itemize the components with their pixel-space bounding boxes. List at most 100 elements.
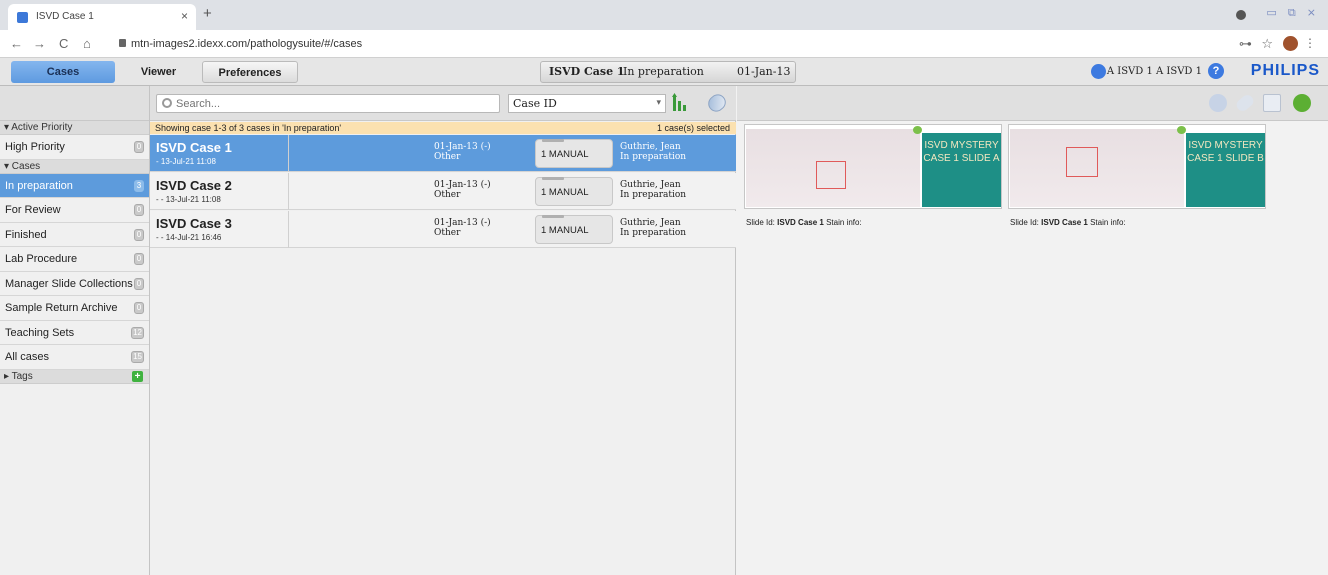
browser-tab[interactable]: ISVD Case 1 ×	[8, 4, 196, 30]
url-field[interactable]: mtn-images2.idexx.com/pathologysuite/#/c…	[131, 38, 362, 50]
slide-caption: Slide Id: ISVD Case 1 Stain info:	[1010, 218, 1126, 227]
case-type: Other	[434, 152, 461, 162]
case-row[interactable]: ISVD Case 1 - 13-Jul-21 11:08 01-Jan-13 …	[150, 135, 736, 172]
count-badge: 15	[131, 351, 144, 363]
sidebar-item-manager-slide-collections[interactable]: Manager Slide Collections 0	[0, 272, 149, 296]
slide-status-icon	[913, 126, 922, 134]
slide-status-icon	[1177, 126, 1186, 134]
remove-slide-icon[interactable]	[1263, 94, 1281, 112]
search-icon	[162, 98, 172, 108]
profile-indicator-icon[interactable]	[1236, 10, 1246, 20]
sidebar-item-for-review[interactable]: For Review 0	[0, 198, 149, 223]
count-badge: 12	[131, 326, 144, 339]
count-badge: 0	[134, 141, 144, 153]
case-context-bar[interactable]: ISVD Case 1 In preparation 01-Jan-13	[540, 61, 796, 83]
browser-tab-bar: ISVD Case 1 × + ▭ ⧉ ⨯	[0, 0, 1328, 30]
context-case-name: ISVD Case 1	[549, 65, 625, 78]
tissue-region	[1066, 147, 1098, 177]
reload-button[interactable]: C	[59, 36, 68, 51]
tissue-region	[816, 161, 846, 189]
slide-label-text: ISVD MYSTERY CASE 1 SLIDE A	[923, 140, 1000, 164]
help-icon[interactable]: ?	[1208, 63, 1224, 79]
count-badge: 3	[134, 179, 144, 192]
tab-viewer[interactable]: Viewer	[115, 61, 202, 83]
add-tag-icon[interactable]: +	[132, 370, 143, 382]
sidebar-item-lab-procedure[interactable]: Lab Procedure 0	[0, 247, 149, 272]
slide-count: 1 MANUAL	[541, 149, 589, 160]
tag-icon[interactable]	[704, 91, 730, 115]
list-info-bar: Showing case 1-3 of 3 cases in 'In prepa…	[150, 122, 736, 134]
case-name: ISVD Case 1	[156, 140, 232, 155]
slide-preview-pane: ISVD MYSTERY CASE 1 SLIDE A Slide Id: IS…	[737, 86, 1328, 575]
sidebar-item-high-priority[interactable]: High Priority 0	[0, 135, 149, 160]
browser-menu-icon[interactable]: ⋮	[1304, 36, 1316, 50]
close-tab-icon[interactable]: ×	[181, 9, 188, 23]
sidebar-item-in-preparation[interactable]: In preparation 3	[0, 173, 149, 198]
case-owner: Guthrie, Jean In preparation	[620, 142, 686, 162]
slide-thumbnail[interactable]: ISVD MYSTERY CASE 1 SLIDE A	[744, 124, 1002, 209]
sidebar-item-label: For Review	[5, 204, 61, 216]
sidebar-item-label: Sample Return Archive	[5, 302, 118, 314]
attachment-icon[interactable]	[1234, 92, 1256, 114]
column-divider	[288, 211, 289, 248]
slide-count-pill[interactable]: 1 MANUAL	[535, 215, 613, 244]
sidebar-item-teaching-sets[interactable]: Teaching Sets 12	[0, 321, 149, 345]
key-icon[interactable]: ⊶	[1239, 36, 1252, 52]
brand-logo: PHILIPS	[1250, 62, 1320, 79]
section-active-priority[interactable]: ▾ Active Priority	[0, 121, 149, 135]
section-cases[interactable]: ▾ Cases	[0, 159, 149, 174]
app-header: Cases Viewer Preferences ISVD Case 1 In …	[0, 58, 1328, 86]
case-name: ISVD Case 3	[156, 216, 232, 231]
sidebar-item-label: Finished	[5, 228, 47, 241]
sidebar-item-label: Manager Slide Collections	[5, 277, 133, 290]
home-button[interactable]: ⌂	[83, 36, 91, 51]
search-input[interactable]	[176, 96, 476, 111]
sidebar-item-finished[interactable]: Finished 0	[0, 223, 149, 247]
sidebar-item-all-cases[interactable]: All cases 15	[0, 345, 149, 370]
case-status: In preparation	[620, 228, 687, 238]
sidebar-item-label: In preparation	[5, 179, 73, 192]
case-row[interactable]: ISVD Case 2 - - 13-Jul-21 11:08 01-Jan-1…	[150, 173, 736, 210]
case-created: - 13-Jul-21 11:08	[156, 157, 216, 166]
case-date-value: 01-Jan-13 (-)	[434, 218, 491, 228]
bookmark-star-icon[interactable]: ☆	[1261, 36, 1273, 52]
pill-handle	[542, 215, 564, 218]
refresh-icon[interactable]	[1293, 94, 1311, 112]
case-date: 01-Jan-13 (-) Other	[434, 142, 491, 162]
new-tab-button[interactable]: +	[203, 5, 212, 22]
search-box[interactable]	[156, 94, 500, 113]
site-favicon-icon	[17, 12, 28, 23]
column-divider	[288, 135, 289, 172]
tab-preferences[interactable]: Preferences	[202, 61, 298, 83]
case-type: Other	[434, 228, 461, 238]
forward-button[interactable]: →	[33, 36, 46, 51]
sidebar-item-sample-return-archive[interactable]: Sample Return Archive 0	[0, 296, 149, 321]
sort-order-icon[interactable]	[672, 93, 690, 113]
chevron-down-icon: ▾	[656, 98, 661, 108]
info-icon[interactable]	[1209, 94, 1227, 112]
tab-cases[interactable]: Cases	[11, 61, 115, 83]
count-badge: 0	[134, 277, 144, 290]
sidebar: ▾ Active Priority High Priority 0 ▾ Case…	[0, 86, 150, 575]
back-button[interactable]: ←	[10, 36, 23, 51]
slide-thumbnail[interactable]: ISVD MYSTERY CASE 1 SLIDE B	[1008, 124, 1266, 209]
slide-id-label: Slide Id:	[1010, 218, 1039, 227]
slide-count-pill[interactable]: 1 MANUAL	[535, 139, 613, 168]
column-divider	[288, 173, 289, 210]
case-row[interactable]: ISVD Case 3 - - 14-Jul-21 16:46 01-Jan-1…	[150, 211, 736, 248]
user-avatar[interactable]	[1283, 36, 1298, 51]
user-name[interactable]: A ISVD 1 A ISVD 1	[1107, 66, 1202, 77]
window-controls[interactable]: ▭ ⧉ ⨯	[1266, 6, 1320, 20]
section-tags[interactable]: ▸ Tags +	[0, 369, 149, 384]
case-created: - - 14-Jul-21 16:46	[156, 233, 222, 242]
user-icon[interactable]	[1091, 64, 1106, 79]
owner-name: Guthrie, Jean	[620, 180, 681, 190]
case-date: 01-Jan-13 (-) Other	[434, 218, 491, 238]
sort-field-select[interactable]: Case ID ▾	[508, 94, 666, 113]
case-list-toolbar: Case ID ▾	[150, 86, 736, 121]
section-tags-label: ▸ Tags	[4, 370, 33, 382]
slide-id: ISVD Case 1	[1041, 218, 1088, 227]
case-name: ISVD Case 2	[156, 178, 232, 193]
slide-count-pill[interactable]: 1 MANUAL	[535, 177, 613, 206]
count-badge: 0	[134, 228, 144, 241]
